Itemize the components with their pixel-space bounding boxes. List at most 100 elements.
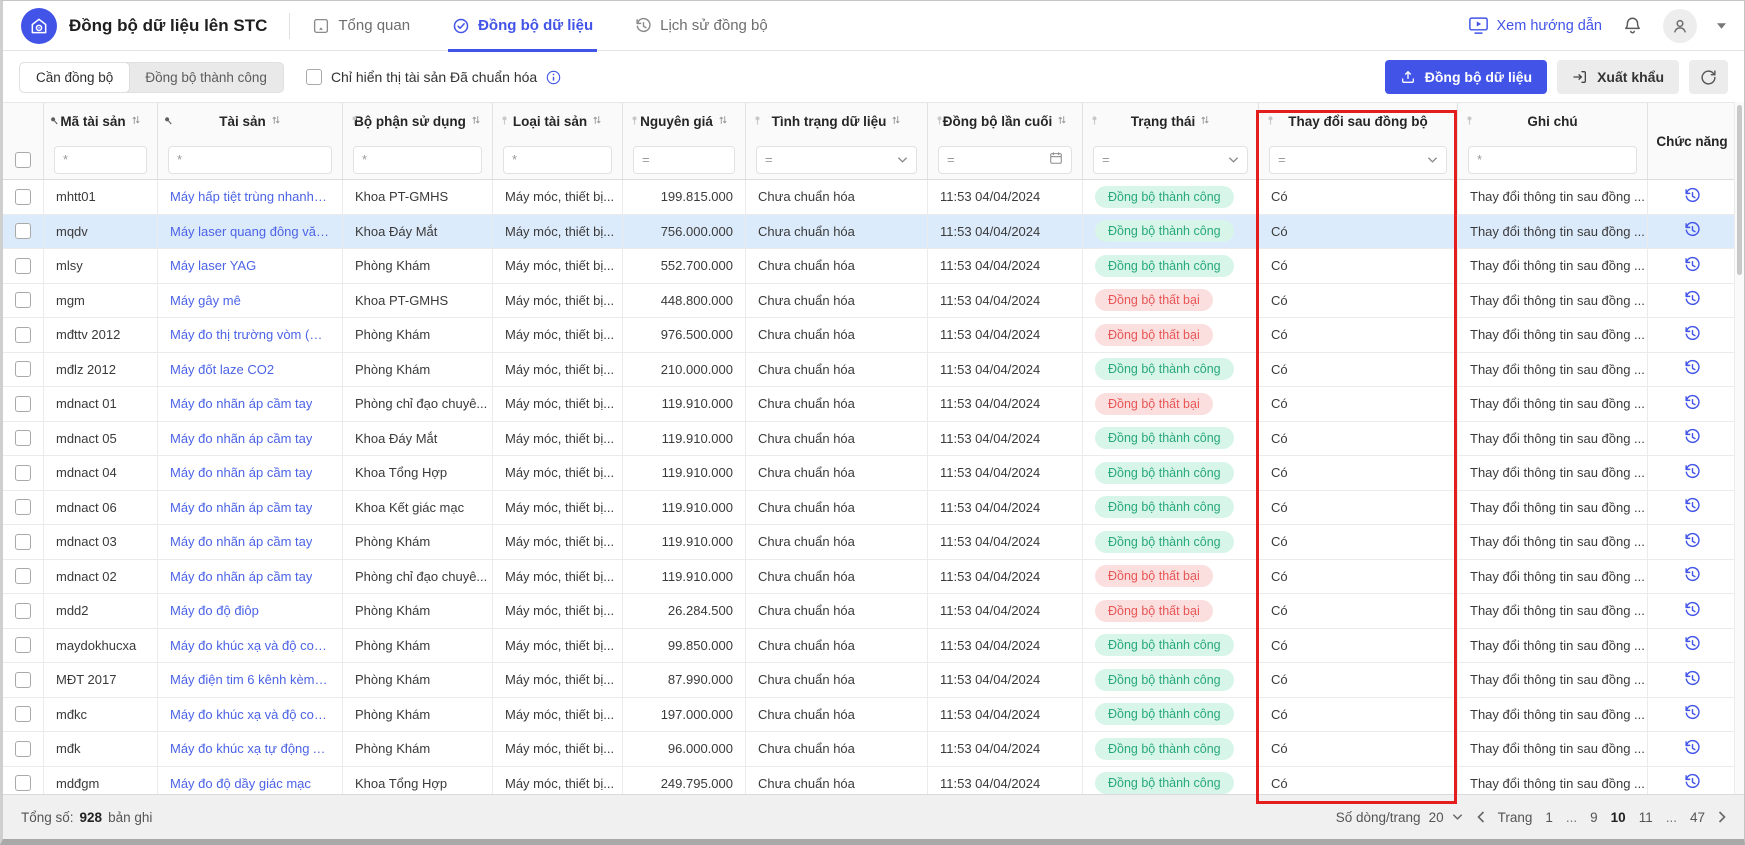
vertical-scrollbar[interactable]	[1734, 102, 1744, 794]
sort-arrows-icon[interactable]	[131, 114, 141, 126]
scrollbar-thumb[interactable]	[1737, 105, 1742, 275]
filter-loai[interactable]: *	[503, 146, 612, 174]
history-button[interactable]	[1684, 739, 1701, 759]
export-button[interactable]: Xuất khẩu	[1557, 60, 1679, 94]
app-logo[interactable]	[21, 8, 57, 44]
filter-lancuoi[interactable]: =	[938, 146, 1072, 174]
pin-icon[interactable]	[752, 114, 763, 126]
asset-link[interactable]: Máy đo khúc xạ và độ cong ...	[170, 707, 330, 722]
sort-arrows-icon[interactable]	[1200, 114, 1210, 126]
sort-arrows-icon[interactable]	[891, 114, 901, 126]
page-number[interactable]: 1	[1545, 810, 1553, 825]
row-checkbox[interactable]	[15, 741, 31, 757]
previous-page-icon[interactable]	[1477, 811, 1485, 823]
standardized-only-checkbox[interactable]	[306, 69, 322, 85]
tab-overview[interactable]: Tổng quan	[312, 1, 410, 51]
pin-icon[interactable]	[349, 114, 360, 126]
row-checkbox[interactable]	[15, 258, 31, 274]
pin-icon[interactable]	[1464, 114, 1475, 126]
page-number[interactable]: 10	[1611, 810, 1626, 825]
sort-arrows-icon[interactable]	[592, 114, 602, 126]
row-checkbox[interactable]	[15, 603, 31, 619]
asset-link[interactable]: Máy đo độ dầy giác mạc	[170, 776, 311, 791]
row-checkbox[interactable]	[15, 396, 31, 412]
page-number[interactable]: 11	[1639, 810, 1653, 825]
row-checkbox[interactable]	[15, 327, 31, 343]
row-checkbox[interactable]	[15, 223, 31, 239]
history-button[interactable]	[1684, 601, 1701, 621]
filter-ten[interactable]: *	[168, 146, 332, 174]
sort-arrows-icon[interactable]	[718, 114, 728, 126]
select-all-checkbox[interactable]	[15, 152, 31, 168]
row-checkbox[interactable]	[15, 706, 31, 722]
filter-tinhtrang[interactable]: =	[756, 146, 917, 174]
row-checkbox[interactable]	[15, 775, 31, 791]
filter-bophan[interactable]: *	[353, 146, 482, 174]
pin-icon[interactable]	[499, 114, 510, 126]
history-button[interactable]	[1684, 256, 1701, 276]
asset-link[interactable]: Máy đo nhãn áp cầm tay	[170, 500, 312, 515]
asset-link[interactable]: Máy đốt laze CO2	[170, 362, 274, 377]
row-checkbox[interactable]	[15, 637, 31, 653]
rows-per-page-select[interactable]: Số dòng/trang 20	[1336, 810, 1463, 825]
asset-link[interactable]: Máy đo nhãn áp cầm tay	[170, 465, 312, 480]
history-button[interactable]	[1684, 187, 1701, 207]
row-checkbox[interactable]	[15, 672, 31, 688]
page-number[interactable]: 9	[1590, 810, 1598, 825]
tab-sync-data[interactable]: Đồng bộ dữ liệu	[452, 1, 593, 51]
sort-arrows-icon[interactable]	[271, 114, 281, 126]
asset-link[interactable]: Máy đo độ điôp	[170, 603, 259, 618]
row-checkbox[interactable]	[15, 465, 31, 481]
history-button[interactable]	[1684, 532, 1701, 552]
history-button[interactable]	[1684, 221, 1701, 241]
history-button[interactable]	[1684, 325, 1701, 345]
asset-link[interactable]: Máy đo khúc xạ và độ cong ...	[170, 638, 330, 653]
asset-link[interactable]: Máy đo thị trường vòm (HU...	[170, 327, 330, 342]
sync-data-button[interactable]: Đồng bộ dữ liệu	[1385, 60, 1547, 94]
asset-link[interactable]: Máy gây mê	[170, 293, 241, 308]
asset-link[interactable]: Máy đo nhãn áp cầm tay	[170, 396, 312, 411]
history-button[interactable]	[1684, 290, 1701, 310]
pin-icon[interactable]	[934, 114, 945, 126]
tab-sync-history[interactable]: Lịch sử đồng bộ	[635, 1, 768, 51]
filter-ghichu[interactable]: *	[1468, 146, 1637, 174]
info-icon[interactable]	[546, 70, 561, 85]
row-checkbox[interactable]	[15, 361, 31, 377]
history-button[interactable]	[1684, 359, 1701, 379]
pin-icon[interactable]	[1089, 114, 1100, 126]
history-button[interactable]	[1684, 394, 1701, 414]
history-button[interactable]	[1684, 463, 1701, 483]
history-button[interactable]	[1684, 497, 1701, 517]
asset-link[interactable]: Máy đo nhãn áp cầm tay	[170, 431, 312, 446]
history-button[interactable]	[1684, 670, 1701, 690]
sort-arrows-icon[interactable]	[1057, 114, 1067, 126]
row-checkbox[interactable]	[15, 292, 31, 308]
row-checkbox[interactable]	[15, 568, 31, 584]
refresh-button[interactable]	[1689, 60, 1728, 94]
caret-down-icon[interactable]	[1717, 23, 1726, 29]
segment-sync-success[interactable]: Đồng bộ thành công	[129, 63, 283, 92]
history-button[interactable]	[1684, 428, 1701, 448]
view-guide-link[interactable]: Xem hướng dẫn	[1468, 16, 1602, 35]
page-number[interactable]: 47	[1690, 810, 1705, 825]
asset-link[interactable]: Máy đo nhãn áp cầm tay	[170, 534, 312, 549]
pin-icon[interactable]	[160, 112, 176, 128]
segment-need-sync[interactable]: Cần đồng bộ	[20, 63, 129, 92]
filter-thaydoi[interactable]: =	[1269, 146, 1447, 174]
filter-gia[interactable]: =	[633, 146, 735, 174]
row-checkbox[interactable]	[15, 499, 31, 515]
sort-arrows-icon[interactable]	[471, 114, 481, 126]
history-button[interactable]	[1684, 704, 1701, 724]
avatar[interactable]	[1663, 9, 1697, 43]
history-button[interactable]	[1684, 773, 1701, 793]
asset-link[interactable]: Máy đo khúc xạ tự động Ac...	[170, 741, 330, 756]
asset-link[interactable]: Máy laser YAG	[170, 258, 256, 273]
pin-icon[interactable]	[1265, 114, 1276, 126]
history-button[interactable]	[1684, 635, 1701, 655]
filter-trangthai[interactable]: =	[1093, 146, 1248, 174]
pin-icon[interactable]	[629, 114, 640, 126]
row-checkbox[interactable]	[15, 189, 31, 205]
row-checkbox[interactable]	[15, 534, 31, 550]
filter-ma[interactable]: *	[54, 146, 147, 174]
asset-link[interactable]: Máy đo nhãn áp cầm tay	[170, 569, 312, 584]
